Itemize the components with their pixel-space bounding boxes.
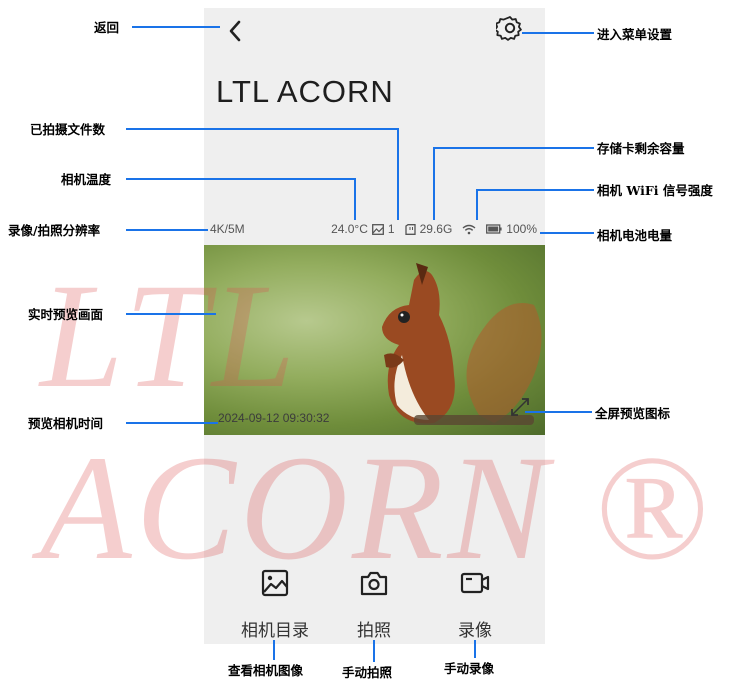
sd-card-icon [404, 223, 416, 235]
video-label: 录像 [458, 621, 492, 641]
annotation-album: 查看相机图像 [228, 663, 304, 678]
gallery-icon [261, 569, 289, 597]
live-preview[interactable]: 2024-09-12 09:30:32 [204, 245, 545, 435]
camera-icon [360, 571, 388, 596]
annotation-fullscreen: 全屏预览图标 [595, 406, 671, 421]
annotation-back: 返回 [94, 20, 120, 35]
leader-line-battery [540, 232, 594, 234]
video-camera-icon [460, 572, 490, 594]
leader-line-wifi-h [476, 189, 594, 191]
leader-line-temp-v [354, 178, 356, 220]
leader-line-preview [126, 313, 216, 315]
photo-label: 拍照 [357, 621, 391, 641]
leader-line-resolution [126, 229, 208, 231]
photo-count-text: 1 [387, 222, 395, 236]
annotation-settings: 进入菜单设置 [597, 27, 673, 42]
leader-line-back [132, 26, 220, 28]
leader-line-preview-time [126, 422, 218, 424]
preview-timestamp: 2024-09-12 09:30:32 [218, 411, 330, 425]
leader-line-temp-h [126, 178, 355, 180]
leader-line-wifi-v [476, 189, 478, 220]
album-label: 相机目录 [241, 621, 309, 641]
leader-line-settings [522, 32, 594, 34]
resolution-text: 4K/5M [210, 222, 245, 236]
gear-icon[interactable] [496, 14, 524, 42]
annotation-preview-time: 预览相机时间 [28, 416, 104, 431]
squirrel-image [382, 263, 542, 425]
chevron-left-icon [229, 20, 241, 42]
leader-line-video [474, 640, 476, 658]
fullscreen-icon[interactable] [508, 395, 532, 419]
annotation-temperature: 相机温度 [61, 172, 112, 187]
leader-line-storage-h [433, 147, 594, 149]
annotation-resolution: 录像/拍照分辨率 [8, 223, 101, 238]
annotation-wifi: 相机 WiFi 信号强度 [597, 183, 713, 198]
back-button[interactable] [222, 18, 248, 44]
annotation-preview: 实时预览画面 [28, 307, 104, 322]
leader-line-files-h [126, 128, 398, 130]
wifi-icon [462, 224, 476, 234]
leader-line-photo [373, 640, 375, 662]
image-count-icon [371, 223, 384, 235]
page-title: LTL ACORN [216, 74, 394, 109]
phone-screen: LTL ACORN 4K/5M 24.0°C 1 29.6G 100% 2024… [204, 8, 545, 644]
leader-line-storage-v [433, 147, 435, 220]
record-video-button[interactable]: 录像 [430, 568, 520, 641]
annotation-files: 已拍摄文件数 [30, 122, 106, 137]
temperature-text: 24.0°C [331, 222, 368, 236]
take-photo-button[interactable]: 拍照 [329, 568, 419, 641]
annotation-storage: 存储卡剩余容量 [597, 141, 685, 156]
annotation-photo: 手动拍照 [342, 665, 393, 680]
storage-text: 29.6G [419, 222, 453, 236]
leader-line-album [273, 640, 275, 660]
leader-line-fullscreen [525, 411, 592, 413]
album-button[interactable]: 相机目录 [230, 568, 320, 641]
status-bar: 4K/5M 24.0°C 1 29.6G 100% [204, 220, 545, 238]
annotation-battery: 相机电池电量 [597, 228, 673, 243]
annotation-video: 手动录像 [444, 661, 495, 676]
battery-text: 100% [506, 222, 537, 236]
bottom-toolbar: 相机目录 拍照 录像 [204, 568, 545, 644]
battery-icon [486, 224, 502, 234]
leader-line-files-v [397, 128, 399, 220]
